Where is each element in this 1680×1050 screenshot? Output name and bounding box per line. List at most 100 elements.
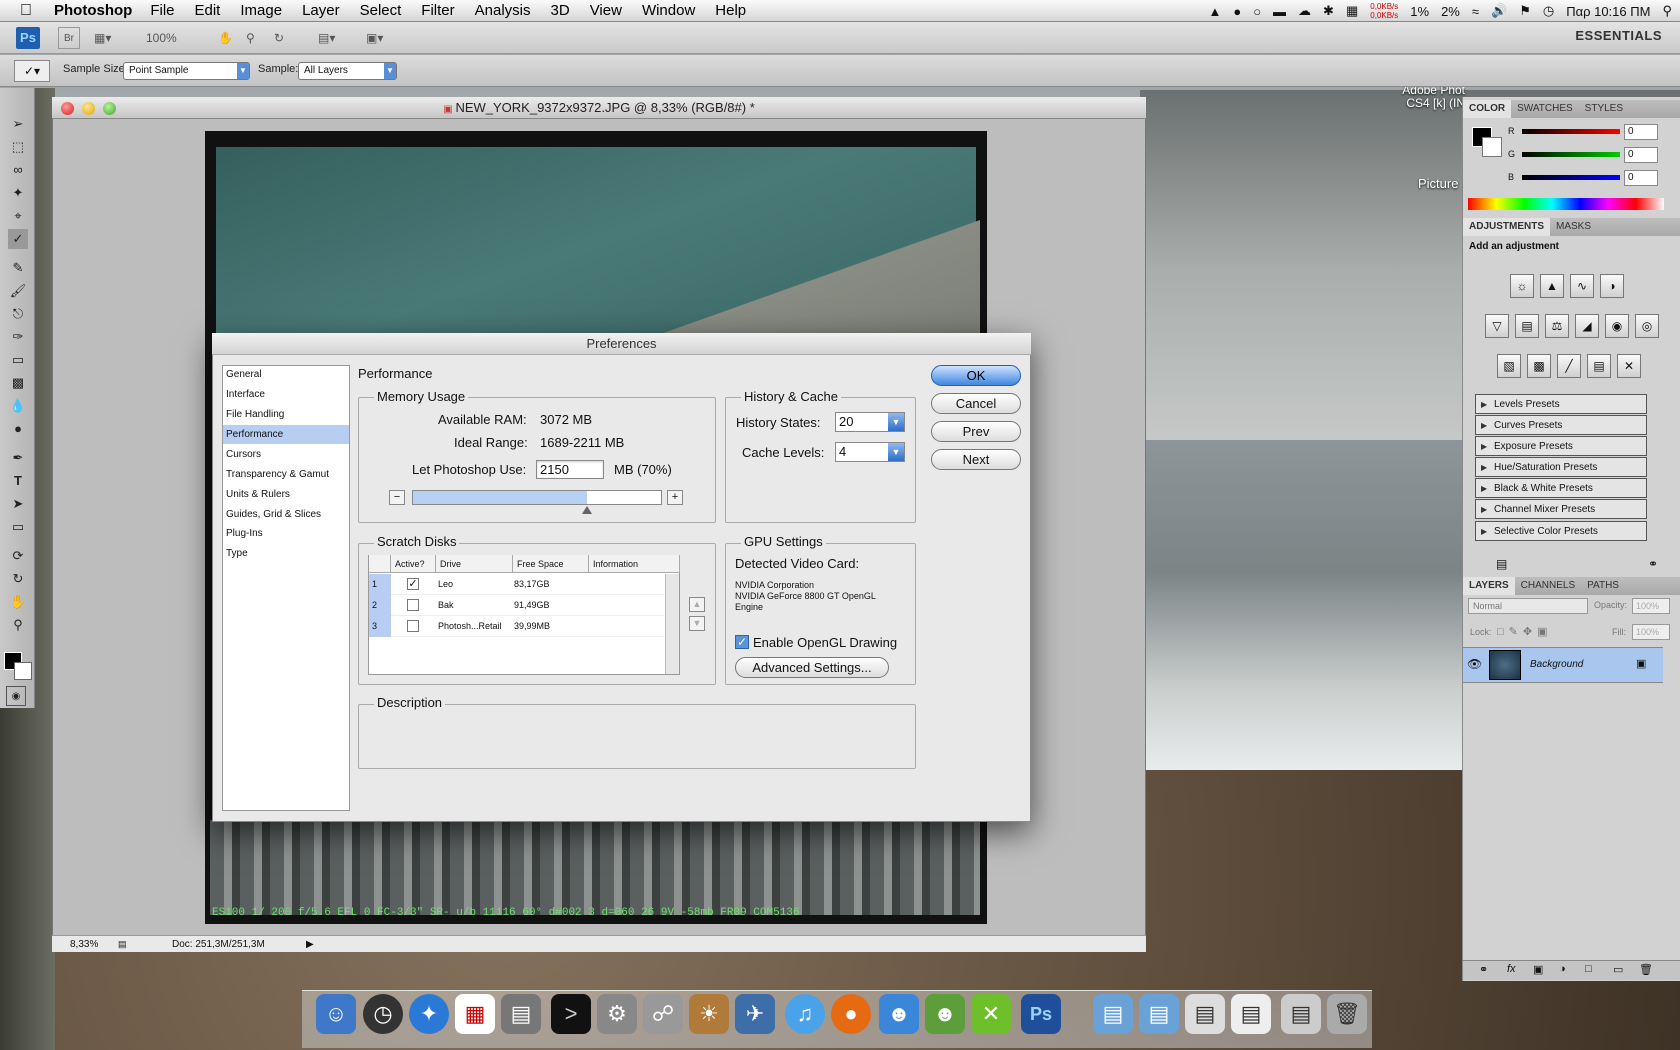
memory-slider-thumb[interactable] <box>582 506 592 514</box>
adium-icon[interactable]: ☻ <box>925 994 965 1034</box>
g-value[interactable]: 0 <box>1624 147 1658 163</box>
preset-hue-saturation[interactable]: Hue/Saturation Presets <box>1475 457 1647 477</box>
table-row[interactable]: 1 ✓ Leo 83,17GB <box>369 574 664 595</box>
memory-increase-button[interactable]: + <box>667 490 683 505</box>
prev-button[interactable]: Prev <box>931 421 1021 442</box>
zoom-tool-icon[interactable]: ⚲ <box>8 615 28 635</box>
category-file-handling[interactable]: File Handling <box>223 405 349 424</box>
wifi-icon[interactable]: ≈ <box>1472 4 1479 19</box>
new-layer-icon[interactable]: ▭ <box>1613 963 1623 976</box>
brush-tool-icon[interactable]: 🖌 <box>8 281 28 301</box>
lock-icons[interactable]: □✎✥▣ <box>1497 625 1552 638</box>
category-plug-ins[interactable]: Plug-Ins <box>223 524 349 543</box>
delete-layer-icon[interactable]: 🗑 <box>1639 963 1653 976</box>
document-stack-icon[interactable]: ▤ <box>1185 994 1225 1034</box>
add-mask-icon[interactable]: ▣ <box>1533 963 1543 976</box>
active-checkbox[interactable] <box>407 620 419 632</box>
healing-brush-icon[interactable]: ✎ <box>8 258 28 278</box>
desktop-icon-label[interactable]: Adobe Phot CS4 [k] (IN <box>1385 84 1465 110</box>
b-value[interactable]: 0 <box>1624 170 1658 186</box>
menu-app[interactable]: Photoshop <box>44 2 140 19</box>
arrange-documents-icon[interactable]: ▤▾ <box>318 27 335 49</box>
eyedropper-tool-icon[interactable]: ✓ <box>8 229 28 249</box>
magic-wand-icon[interactable]: ✦ <box>8 183 28 203</box>
memory-decrease-button[interactable]: − <box>389 490 405 505</box>
cache-levels-select[interactable]: 4 ▼ <box>835 442 905 462</box>
view-extras-icon[interactable]: ▦▾ <box>94 27 111 49</box>
status-preview-icon[interactable]: ▤ <box>118 936 127 953</box>
firefox-icon[interactable]: ● <box>831 994 871 1034</box>
posterize-icon[interactable]: ▩ <box>1527 354 1551 378</box>
table-row[interactable]: 2 Bak 91,49GB <box>369 595 664 616</box>
menu-help[interactable]: Help <box>705 2 756 19</box>
tab-paths[interactable]: PATHS <box>1581 577 1625 595</box>
brightness-icon[interactable]: ☼ <box>1510 274 1534 298</box>
apple-icon[interactable]:  <box>0 2 44 20</box>
time-machine-icon[interactable]: ◷ <box>1543 3 1554 19</box>
hand-tool-icon[interactable]: ✋ <box>218 27 233 49</box>
eye-icon[interactable]: 👁 <box>1467 657 1482 671</box>
menu-select[interactable]: Select <box>350 2 412 19</box>
r-slider[interactable] <box>1522 129 1620 134</box>
selective-color-icon[interactable]: ✕ <box>1617 354 1641 378</box>
safari-icon[interactable]: ✦ <box>409 994 449 1034</box>
zoom-tool-icon[interactable]: ⚲ <box>246 27 255 49</box>
spotlight-icon[interactable]: ⚲ <box>1662 3 1672 19</box>
lasso-tool-icon[interactable]: ∞ <box>8 160 28 180</box>
eyedropper-preset-icon[interactable]: ✓▾ <box>14 60 50 82</box>
advanced-settings-button[interactable]: Advanced Settings... <box>735 657 889 678</box>
col-free-space[interactable]: Free Space <box>513 555 589 573</box>
downloads-stack-icon[interactable]: ▤ <box>1281 994 1321 1034</box>
channel-mixer-icon[interactable]: ◎ <box>1635 314 1659 338</box>
tab-layers[interactable]: LAYERS <box>1463 577 1515 595</box>
new-group-icon[interactable]: □ <box>1585 963 1592 975</box>
gradient-map-icon[interactable]: ▤ <box>1587 354 1611 378</box>
desktop-picture-label[interactable]: Picture <box>1418 176 1458 191</box>
cancel-button[interactable]: Cancel <box>931 393 1021 414</box>
category-general[interactable]: General <box>223 365 349 384</box>
sync-icon[interactable]: ○ <box>1253 4 1261 19</box>
xchat-icon[interactable]: ✕ <box>971 994 1011 1034</box>
tab-adjustments[interactable]: ADJUSTMENTS <box>1463 218 1551 236</box>
preview-icon[interactable]: ▤ <box>501 994 541 1034</box>
ichat-icon[interactable]: ☻ <box>879 994 919 1034</box>
active-checkbox[interactable] <box>407 599 419 611</box>
crop-tool-icon[interactable]: ⌖ <box>8 206 28 226</box>
curves-icon[interactable]: ∿ <box>1570 274 1594 298</box>
capture-icon[interactable]: ✈ <box>735 994 775 1034</box>
battery-icon[interactable]: ▬ <box>1273 4 1286 19</box>
ok-button[interactable]: OK <box>931 365 1021 386</box>
workspace-switcher[interactable]: ESSENTIALS <box>1575 28 1662 43</box>
color-balance-icon[interactable]: ⚖ <box>1545 314 1569 338</box>
shape-tool-icon[interactable]: ▭ <box>8 517 28 537</box>
pen-tool-icon[interactable]: ✒ <box>8 448 28 468</box>
tab-channels[interactable]: CHANNELS <box>1515 577 1581 595</box>
table-row[interactable]: 3 Photosh...Retail 39,99MB <box>369 616 664 637</box>
move-down-arrow-icon[interactable]: ▼ <box>689 616 705 631</box>
type-tool-icon[interactable]: T <box>8 471 28 491</box>
b-slider[interactable] <box>1522 175 1620 180</box>
opengl-checkbox[interactable]: ✓ <box>735 635 749 649</box>
category-performance[interactable]: Performance <box>223 425 349 444</box>
menu-view[interactable]: View <box>580 2 632 19</box>
path-selection-icon[interactable]: ➤ <box>8 494 28 514</box>
finder-icon[interactable]: ☺ <box>316 994 356 1034</box>
bridge-button[interactable]: Br <box>58 27 80 49</box>
hue-saturation-icon[interactable]: ▤ <box>1515 314 1539 338</box>
new-adjustment-icon[interactable]: ◑ <box>1559 963 1566 975</box>
menu-window[interactable]: Window <box>632 2 705 19</box>
move-up-arrow-icon[interactable]: ▲ <box>689 597 705 612</box>
preset-selective-color[interactable]: Selective Color Presets <box>1475 521 1647 541</box>
folder-icon[interactable]: ▤ <box>1139 994 1179 1034</box>
col-drive[interactable]: Drive <box>436 555 513 573</box>
tab-masks[interactable]: MASKS <box>1550 218 1597 236</box>
photoshop-dock-icon[interactable]: Ps <box>1021 994 1061 1034</box>
history-brush-icon[interactable]: ✑ <box>8 327 28 347</box>
background-color-swatch[interactable] <box>14 662 32 680</box>
screen-mode-icon[interactable]: ▣▾ <box>366 27 383 49</box>
col-active[interactable]: Active? <box>391 555 436 573</box>
hand-tool-icon[interactable]: ✋ <box>8 592 28 612</box>
quick-mask-icon[interactable]: ◉ <box>6 686 26 706</box>
preset-black-white[interactable]: Black & White Presets <box>1475 478 1647 498</box>
sample-select[interactable]: All Layers ▼ <box>298 62 397 80</box>
